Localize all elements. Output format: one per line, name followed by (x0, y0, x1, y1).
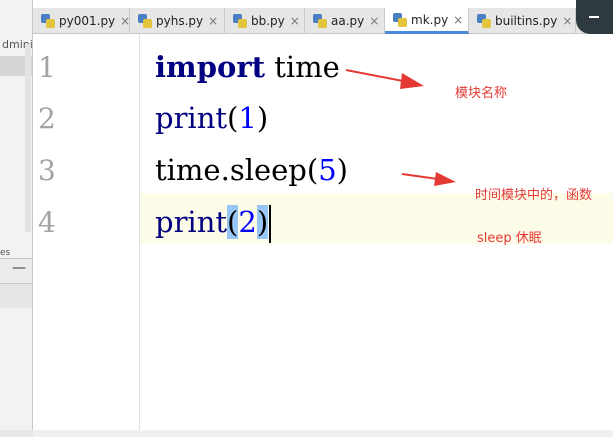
annotation-sleep: sleep 休眠 (477, 231, 542, 246)
annotation-arrows (345, 69, 456, 186)
arrow-module-name (345, 69, 424, 89)
annotation-function-in-module: 时间模块中的，函数 (475, 188, 593, 203)
arrow-function (401, 172, 456, 186)
annotation-module-name: 模块名称 (455, 86, 508, 101)
